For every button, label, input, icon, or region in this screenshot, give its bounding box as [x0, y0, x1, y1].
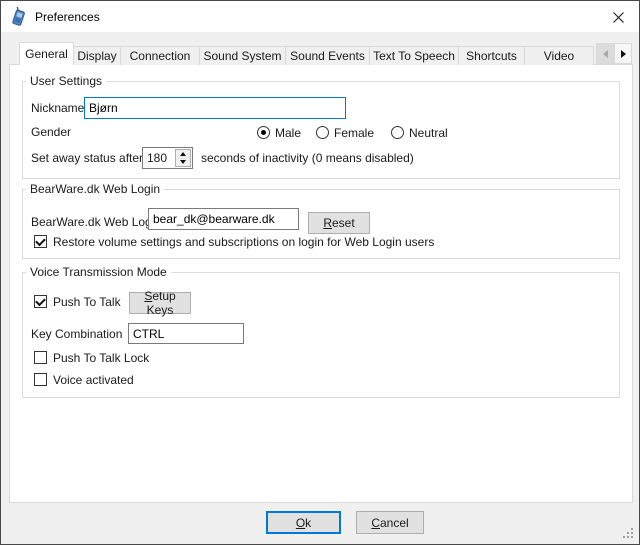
tab-connection[interactable]: Connection — [120, 46, 200, 65]
voice-activated-checkbox[interactable] — [34, 373, 47, 386]
tab-video[interactable]: Video — [524, 46, 594, 65]
away-status-label: Set away status after — [31, 151, 143, 165]
gender-radio-female-label[interactable]: Female — [334, 126, 374, 140]
key-combination-label: Key Combination — [31, 327, 122, 341]
tab-scroll-right-icon — [621, 50, 626, 58]
gender-radio-neutral[interactable] — [391, 126, 404, 139]
key-combination-input[interactable] — [128, 323, 244, 344]
cancel-button[interactable]: Cancel — [356, 511, 424, 534]
app-icon — [10, 7, 27, 26]
preferences-dialog: Preferences General Display Connection S… — [0, 0, 640, 545]
tab-display[interactable]: Display — [73, 46, 121, 65]
window-title: Preferences — [35, 10, 100, 24]
title-bar[interactable]: Preferences — [1, 1, 639, 32]
tab-sound-system[interactable]: Sound System — [199, 46, 286, 65]
web-login-id-input[interactable] — [148, 208, 299, 230]
spinner-up-button[interactable] — [176, 150, 190, 158]
close-button[interactable] — [605, 5, 631, 29]
gender-radio-female[interactable] — [316, 126, 329, 139]
setup-keys-button[interactable]: Setup Keys — [129, 292, 191, 314]
tab-sound-events[interactable]: Sound Events — [285, 46, 370, 65]
tab-shortcuts[interactable]: Shortcuts — [458, 46, 525, 65]
away-status-suffix-label: seconds of inactivity (0 means disabled) — [201, 151, 414, 165]
close-icon — [613, 12, 624, 23]
voice-transmission-group-title: Voice Transmission Mode — [26, 265, 171, 279]
gender-radio-male-label[interactable]: Male — [275, 126, 301, 140]
push-to-talk-checkbox[interactable] — [34, 295, 47, 308]
away-seconds-value: 180 — [147, 151, 167, 165]
restore-volume-checkbox[interactable] — [34, 235, 47, 248]
voice-activated-checkbox-label[interactable]: Voice activated — [53, 373, 134, 387]
tab-text-to-speech[interactable]: Text To Speech — [369, 46, 459, 65]
away-seconds-spinner[interactable]: 180 — [142, 147, 193, 169]
push-to-talk-lock-checkbox-label[interactable]: Push To Talk Lock — [53, 351, 149, 365]
reset-button[interactable]: Reset — [308, 212, 370, 234]
ok-button[interactable]: Ok — [266, 511, 341, 534]
tab-scroll-left-icon — [603, 50, 608, 58]
spinner-buttons — [175, 149, 191, 167]
tab-bar: General Display Connection Sound System … — [20, 41, 594, 65]
spinner-down-button[interactable] — [176, 158, 190, 166]
user-settings-group-title: User Settings — [26, 74, 106, 88]
restore-volume-checkbox-label[interactable]: Restore volume settings and subscription… — [53, 235, 434, 249]
nickname-label: Nickname — [31, 101, 84, 115]
push-to-talk-lock-checkbox[interactable] — [34, 351, 47, 364]
resize-grip[interactable] — [623, 528, 634, 539]
web-login-group-title: BearWare.dk Web Login — [26, 182, 164, 196]
tab-scroll-left-button[interactable] — [596, 43, 614, 64]
spinner-down-icon — [180, 160, 186, 164]
gender-radio-neutral-label[interactable]: Neutral — [409, 126, 448, 140]
tab-general[interactable]: General — [19, 42, 74, 65]
spinner-up-icon — [180, 152, 186, 156]
push-to-talk-checkbox-label[interactable]: Push To Talk — [53, 295, 121, 309]
gender-label: Gender — [31, 125, 71, 139]
tab-scroll-right-button[interactable] — [614, 43, 632, 64]
gender-radio-male[interactable] — [257, 126, 270, 139]
nickname-input[interactable] — [84, 97, 346, 119]
